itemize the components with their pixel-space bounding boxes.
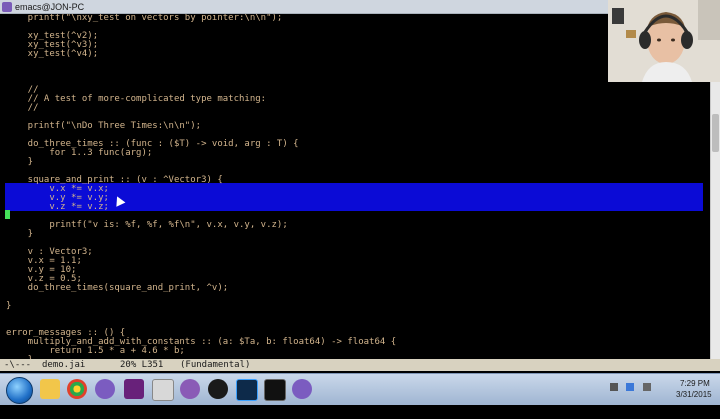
emacs-icon: [2, 1, 12, 12]
code-line[interactable]: v.y = 10;: [0, 266, 710, 275]
window-title: emacs@JON-PC: [15, 1, 85, 12]
code-line[interactable]: xy_test(^v2);: [0, 32, 710, 41]
code-line-text: v.z *= v.z;: [6, 202, 109, 212]
code-line-text: //: [6, 103, 39, 113]
code-line-text: }: [6, 301, 12, 311]
code-line[interactable]: [0, 239, 710, 248]
code-line[interactable]: xy_test(^v4);: [0, 50, 710, 59]
photoshop-icon[interactable]: [236, 379, 258, 401]
code-line[interactable]: printf("v is: %f, %f, %f\n", v.x, v.y, v…: [0, 221, 710, 230]
emacs-second-icon[interactable]: [180, 379, 200, 399]
volume-icon[interactable]: [642, 383, 651, 391]
code-line-text: }: [6, 229, 34, 239]
code-line[interactable]: //: [0, 104, 710, 113]
emacs-active-icon[interactable]: [292, 379, 312, 399]
code-line[interactable]: // A test of more-complicated type match…: [0, 95, 710, 104]
code-line[interactable]: printf("\nDo Three Times:\n\n");: [0, 122, 710, 131]
code-line[interactable]: printf("\nxy_test on vectors by pointer:…: [0, 14, 710, 23]
code-line[interactable]: [0, 293, 710, 302]
webcam-person-image: [608, 0, 720, 82]
modeline-filename: demo.jai: [42, 360, 86, 370]
emacs-taskbar-icon[interactable]: [95, 379, 115, 399]
obs-icon[interactable]: [208, 379, 228, 399]
webcam-overlay: [608, 0, 720, 82]
code-line[interactable]: [0, 311, 710, 320]
taskbar: 7:29 PM 3/31/2015: [0, 373, 720, 405]
code-line-text: printf("v is: %f, %f, %f\n", v.x, v.y, v…: [6, 220, 288, 230]
system-tray: [610, 378, 651, 396]
code-editor[interactable]: printf("\nxy_test on vectors by pointer:…: [0, 14, 710, 359]
code-line-text: do_three_times(square_and_print, ^v);: [6, 283, 229, 293]
code-line[interactable]: }: [0, 230, 710, 239]
window-titlebar: emacs@JON-PC: [0, 0, 608, 14]
code-line[interactable]: }: [0, 302, 710, 311]
code-line[interactable]: [0, 77, 710, 86]
code-line[interactable]: for 1..3 func(arg);: [0, 149, 710, 158]
code-line[interactable]: v.x = 1.1;: [0, 257, 710, 266]
network-icon[interactable]: [626, 383, 635, 391]
visual-studio-icon[interactable]: [124, 379, 144, 399]
code-line[interactable]: return 1.5 * a + 4.6 * b;: [0, 347, 710, 356]
clock-date[interactable]: 3/31/2015: [676, 390, 712, 399]
code-line[interactable]: do_three_times(square_and_print, ^v);: [0, 284, 710, 293]
modeline-position: 20% L351: [120, 360, 164, 370]
code-line[interactable]: v.z *= v.z;: [0, 203, 710, 212]
modeline-mode: (Fundamental): [180, 360, 251, 370]
code-line-text: // A test of more-complicated type match…: [6, 94, 267, 104]
code-line[interactable]: xy_test(^v3);: [0, 41, 710, 50]
code-line-text: printf("\nDo Three Times:\n\n");: [6, 121, 202, 131]
clock-time[interactable]: 7:29 PM: [680, 379, 710, 388]
code-line[interactable]: [0, 23, 710, 32]
code-line-text: xy_test(^v4);: [6, 49, 99, 59]
window-app-icon[interactable]: [152, 379, 174, 401]
code-line[interactable]: }: [0, 158, 710, 167]
modeline-status: -\---: [4, 360, 32, 370]
scrollbar-thumb[interactable]: [712, 114, 719, 152]
code-line[interactable]: v : Vector3;: [0, 248, 710, 257]
tray-arrow-icon[interactable]: [610, 383, 618, 391]
file-explorer-icon[interactable]: [40, 379, 60, 399]
code-line-text: }: [6, 157, 34, 167]
code-line[interactable]: [0, 68, 710, 77]
start-button[interactable]: [6, 377, 33, 404]
mode-line: -\--- demo.jai 20% L351 (Fundamental): [0, 359, 720, 371]
terminal-icon[interactable]: [264, 379, 286, 401]
code-line-text: printf("\nxy_test on vectors by pointer:…: [6, 14, 283, 23]
chrome-icon[interactable]: [67, 379, 87, 399]
code-line[interactable]: [0, 59, 710, 68]
